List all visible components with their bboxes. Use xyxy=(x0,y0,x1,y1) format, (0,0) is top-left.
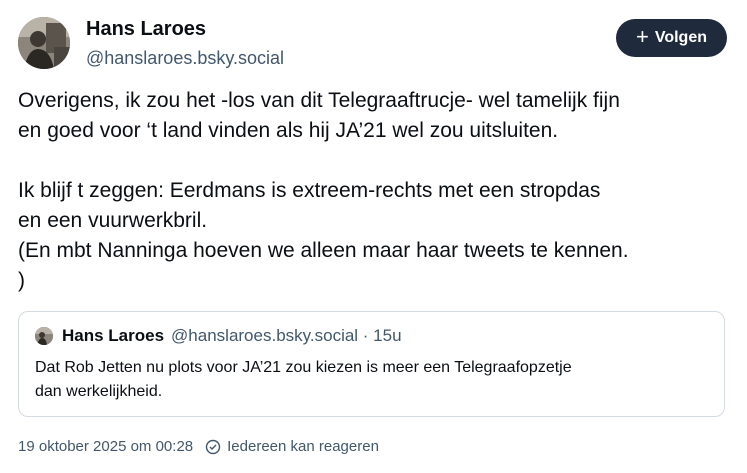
quote-author-name: Hans Laroes xyxy=(62,326,165,345)
post-line: en een vuurwerkbril. xyxy=(18,209,208,232)
quote-text: Dat Rob Jetten nu plots voor JA’21 zou k… xyxy=(35,356,715,404)
author-avatar[interactable] xyxy=(18,17,70,69)
post-line: ) xyxy=(18,269,25,292)
post-text: Overigens, ik zou het -los van dit Teleg… xyxy=(18,86,733,296)
globe-icon xyxy=(205,439,221,455)
quote-line: Dat Rob Jetten nu plots voor JA’21 zou k… xyxy=(35,359,572,376)
quote-line: dan werkelijkheid. xyxy=(35,383,163,400)
quote-author-avatar xyxy=(35,327,53,345)
quote-header: Hans Laroes @hanslaroes.bsky.social · 15… xyxy=(35,326,402,346)
post-line: Ik blijf t zeggen: Eerdmans is extreem-r… xyxy=(18,179,601,202)
follow-button[interactable]: + Volgen xyxy=(616,19,727,57)
follow-button-label: Volgen xyxy=(654,29,707,46)
quote-author-meta: @hanslaroes.bsky.social · 15u xyxy=(171,326,402,345)
plus-icon: + xyxy=(635,24,649,49)
post-line: Overigens, ik zou het -los van dit Teleg… xyxy=(18,89,620,112)
post-timestamp[interactable]: 19 oktober 2025 om 00:28 xyxy=(18,438,193,455)
author-name[interactable]: Hans Laroes xyxy=(86,18,206,41)
post-line: (En mbt Nanninga hoeven we alleen maar h… xyxy=(18,239,629,262)
post-footer: 19 oktober 2025 om 00:28 Iedereen kan re… xyxy=(18,438,379,455)
reply-setting-label: Iedereen kan reageren xyxy=(227,438,379,455)
post-line: en goed voor ‘t land vinden als hij JA’2… xyxy=(18,119,559,142)
author-handle[interactable]: @hanslaroes.bsky.social xyxy=(86,48,284,69)
quoted-post[interactable]: Hans Laroes @hanslaroes.bsky.social · 15… xyxy=(18,311,725,417)
